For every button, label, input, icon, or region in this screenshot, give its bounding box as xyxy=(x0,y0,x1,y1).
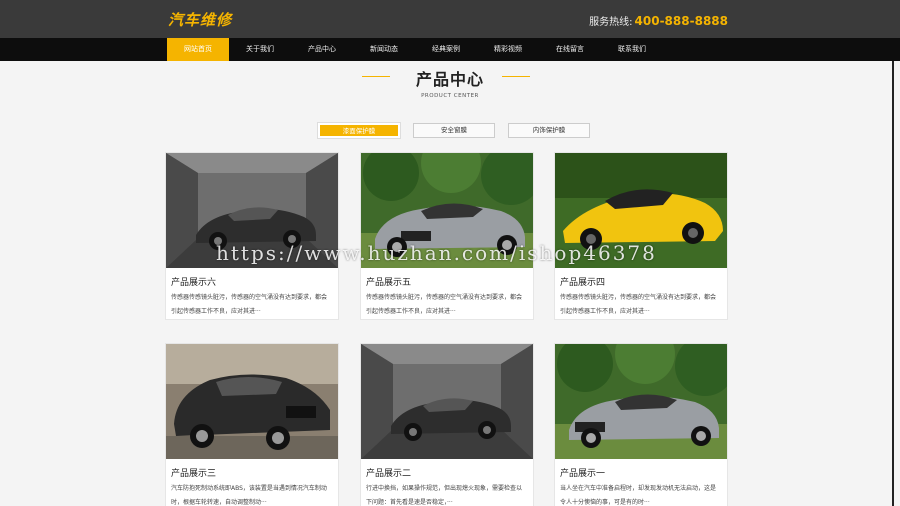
hotline: 服务热线: 400-888-8888 xyxy=(589,13,728,28)
product-name[interactable]: 产品展示二 xyxy=(366,466,533,479)
product-desc: 行进中换挡，如果操作规范，但出现熄火现象，需要检查以下问题：首先看是速是否稳定，… xyxy=(366,485,523,506)
product-card[interactable]: 产品展示四 传感器传感镜头脏污，传感器的空气涌没有达到要求，都会引起传感器工作不… xyxy=(554,152,728,320)
product-card[interactable]: 产品展示六 传感器传感镜头脏污，传感器的空气涌没有达到要求，都会引起传感器工作不… xyxy=(165,152,339,320)
product-desc: 传感器传感镜头脏污，传感器的空气涌没有达到要求，都会引起传感器工作不良，应对其进… xyxy=(560,294,717,315)
section-subtitle: PRODUCT CENTER xyxy=(421,93,479,99)
product-desc: 汽车防抱死制动系统即ABS，该装置是当遇到情况汽车制动时，根据车轮转速，自动调整… xyxy=(171,485,327,506)
product-tabs: 漆面保护膜 安全窗膜 内饰保护膜 xyxy=(317,122,603,139)
product-desc: 传感器传感镜头脏污，传感器的空气涌没有达到要求，都会引起传感器工作不良，应对其进… xyxy=(366,294,523,315)
tab-paint-protection[interactable]: 漆面保护膜 xyxy=(317,122,401,139)
section-title: 产品中心 xyxy=(415,70,484,89)
product-desc: 传感器传感镜头脏污，传感器的空气涌没有达到要求，都会引起传感器工作不良，应对其进… xyxy=(171,294,328,315)
product-name[interactable]: 产品展示四 xyxy=(560,275,727,288)
tab-interior-protection[interactable]: 内饰保护膜 xyxy=(508,123,590,138)
section-header: 产品中心 PRODUCT CENTER xyxy=(0,66,900,99)
nav-item-news[interactable]: 新闻动态 xyxy=(353,38,415,61)
nav-item-cases[interactable]: 经典案例 xyxy=(415,38,477,61)
product-image-car[interactable] xyxy=(166,344,338,459)
top-header: 汽车维修 服务热线: 400-888-8888 xyxy=(0,0,900,38)
nav-item-home[interactable]: 网站首页 xyxy=(167,38,229,61)
product-image-car[interactable] xyxy=(555,344,727,459)
main-nav: 网站首页 关于我们 产品中心 新闻动态 经典案例 精彩视频 在线留言 联系我们 xyxy=(0,38,900,61)
nav-item-message[interactable]: 在线留言 xyxy=(539,38,601,61)
watermark-text: https://www.huzhan.com/ishop46378 xyxy=(216,241,657,265)
nav-item-contact[interactable]: 联系我们 xyxy=(601,38,663,61)
product-card[interactable]: 产品展示一 当人坐在汽车中准备启程时，却发现发动机无法启动，这是令人十分懊恼的事… xyxy=(554,343,728,506)
product-image-car[interactable] xyxy=(361,344,533,459)
product-name[interactable]: 产品展示六 xyxy=(171,275,338,288)
scrollbar[interactable] xyxy=(892,61,894,506)
product-name[interactable]: 产品展示三 xyxy=(171,466,338,479)
tab-safety-window-film[interactable]: 安全窗膜 xyxy=(413,123,495,138)
product-name[interactable]: 产品展示五 xyxy=(366,275,533,288)
hotline-number[interactable]: 400-888-8888 xyxy=(635,14,728,28)
product-name[interactable]: 产品展示一 xyxy=(560,466,727,479)
site-logo[interactable]: 汽车维修 xyxy=(168,9,232,30)
nav-item-products[interactable]: 产品中心 xyxy=(291,38,353,61)
product-card[interactable]: 产品展示三 汽车防抱死制动系统即ABS，该装置是当遇到情况汽车制动时，根据车轮转… xyxy=(165,343,339,506)
product-card[interactable]: 产品展示五 传感器传感镜头脏污，传感器的空气涌没有达到要求，都会引起传感器工作不… xyxy=(360,152,534,320)
nav-item-about[interactable]: 关于我们 xyxy=(229,38,291,61)
product-card[interactable]: 产品展示二 行进中换挡，如果操作规范，但出现熄火现象，需要检查以下问题：首先看是… xyxy=(360,343,534,506)
product-desc: 当人坐在汽车中准备启程时，却发现发动机无法启动，这是令人十分懊恼的事，可是有的时… xyxy=(560,485,717,506)
nav-item-videos[interactable]: 精彩视频 xyxy=(477,38,539,61)
hotline-label: 服务热线: xyxy=(589,17,633,28)
